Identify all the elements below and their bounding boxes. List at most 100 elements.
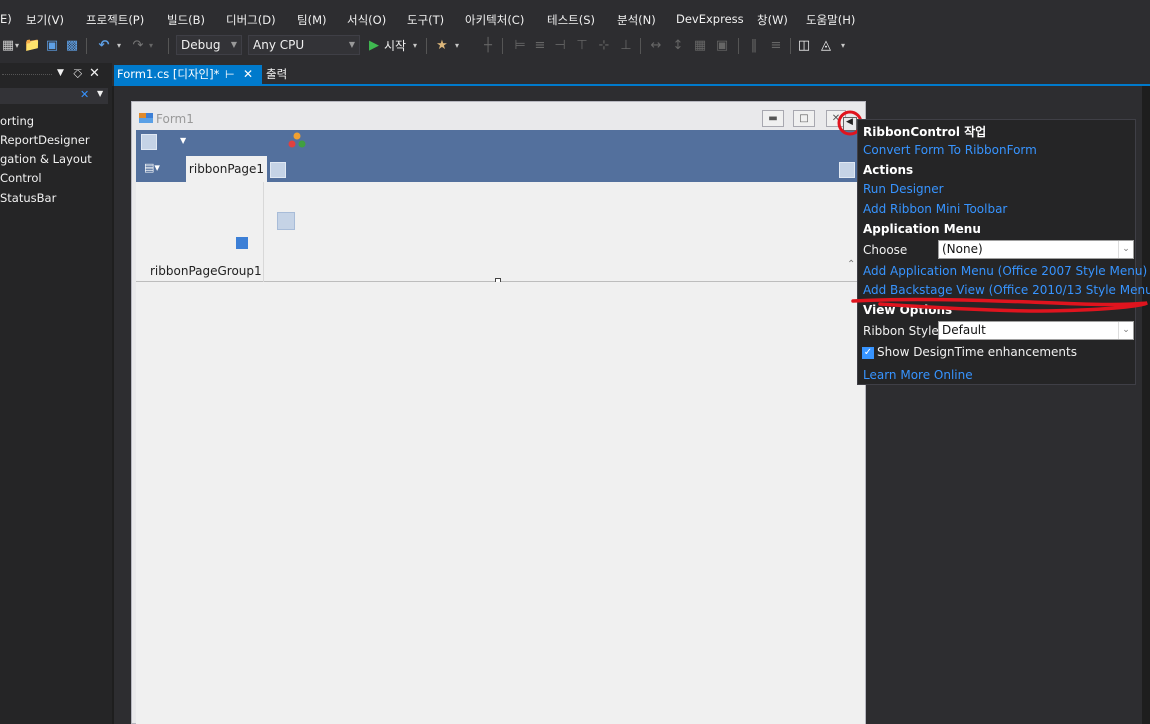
ribboncontrol-tasks-panel: RibbonControl 작업 Convert Form To RibbonF… bbox=[857, 119, 1150, 385]
tab-ribbonpage1[interactable]: ribbonPage1 bbox=[186, 156, 267, 182]
menu-debug[interactable]: 디버그(D) bbox=[226, 12, 276, 28]
form-window[interactable]: Form1 ▬ □ ✕ ▼ ▤▾ ribbonPage1 ribbonPageG… bbox=[131, 101, 866, 724]
ribbon-skin-icon[interactable] bbox=[288, 132, 306, 150]
show-designtime-checkbox[interactable]: ✓ bbox=[862, 347, 874, 359]
overflow-icon[interactable]: ▾ bbox=[838, 37, 848, 55]
undo-dropdown-icon[interactable]: ▾ bbox=[114, 37, 124, 55]
toolbox-item[interactable]: ReportDesigner bbox=[0, 133, 90, 147]
vertical-spacing-icon: ≡ bbox=[770, 38, 782, 53]
browser-link-icon[interactable]: ★ bbox=[434, 37, 450, 55]
application-menu-header: Application Menu bbox=[863, 222, 981, 236]
horizontal-spacing-icon: ‖ bbox=[750, 38, 758, 53]
form-title: Form1 bbox=[156, 112, 194, 126]
add-mini-toolbar-link[interactable]: Add Ribbon Mini Toolbar bbox=[863, 202, 1007, 216]
tab-output[interactable]: 출력 bbox=[266, 65, 287, 84]
pin-icon[interactable]: ⎏ bbox=[73, 67, 82, 82]
align-middle-icon: ⊹ bbox=[598, 38, 610, 53]
application-button-icon[interactable] bbox=[141, 134, 157, 150]
actions-header: Actions bbox=[863, 163, 914, 177]
menu-analyze[interactable]: 분석(N) bbox=[617, 12, 656, 28]
toolbox-item[interactable]: orting bbox=[0, 114, 34, 128]
menu-view[interactable]: 보기(V) bbox=[26, 12, 64, 28]
minimize-icon: ▬ bbox=[762, 110, 784, 127]
solution-config-select[interactable]: Debug ▼ bbox=[176, 35, 242, 55]
qat-dropdown-icon[interactable]: ▼ bbox=[180, 136, 186, 145]
menu-build[interactable]: 빌드(B) bbox=[167, 12, 205, 28]
align-center-icon: ≡ bbox=[534, 38, 546, 53]
add-group-icon[interactable] bbox=[277, 212, 295, 230]
toolbar-separator bbox=[168, 38, 169, 54]
menu-devexpress[interactable]: DevExpress bbox=[676, 12, 744, 26]
ribbon-control[interactable]: ▼ ▤▾ ribbonPage1 bbox=[136, 130, 865, 182]
ribbon-page-body: ribbonPageGroup1 ⌃ bbox=[136, 182, 865, 282]
align-top-icon: ⊤ bbox=[576, 38, 588, 53]
page-category-icon[interactable]: ▤▾ bbox=[144, 161, 160, 174]
toolbox-search-input[interactable]: ✕ ▼ bbox=[0, 88, 108, 104]
bring-to-front-icon[interactable]: ◫ bbox=[796, 37, 812, 55]
redo-icon[interactable]: ↷ bbox=[130, 37, 146, 55]
chevron-down-icon: ▼ bbox=[348, 40, 355, 49]
close-icon[interactable]: ✕ bbox=[89, 66, 100, 81]
toolbar-separator bbox=[502, 38, 503, 54]
align-to-grid-icon: ┼ bbox=[484, 38, 492, 53]
same-height-icon: ↕ bbox=[672, 38, 684, 53]
undo-icon[interactable]: ↶ bbox=[96, 37, 112, 55]
menu-window[interactable]: 창(W) bbox=[757, 12, 788, 28]
menu-test[interactable]: 테스트(S) bbox=[547, 12, 595, 28]
toolbox-item[interactable]: gation & Layout bbox=[0, 152, 92, 166]
panel-dropdown-icon[interactable]: ▼ bbox=[57, 68, 64, 78]
redo-dropdown-icon[interactable]: ▾ bbox=[146, 37, 156, 55]
save-all-icon[interactable]: ▩ bbox=[64, 37, 80, 55]
menu-edit[interactable]: E) bbox=[0, 12, 12, 26]
start-dropdown-icon[interactable]: ▾ bbox=[410, 37, 420, 55]
toolbox-item[interactable]: StatusBar bbox=[0, 191, 56, 205]
menu-tools[interactable]: 도구(T) bbox=[407, 12, 444, 28]
menu-architecture[interactable]: 아키텍처(C) bbox=[465, 12, 524, 28]
ribbon-style-label: Ribbon Style bbox=[863, 324, 939, 338]
menu-help[interactable]: 도움말(H) bbox=[806, 12, 855, 28]
toolbox-item[interactable]: Control bbox=[0, 171, 42, 185]
overflow-icon[interactable]: ▾ bbox=[452, 37, 462, 55]
play-icon[interactable]: ▶ bbox=[366, 37, 382, 55]
toolbox-panel: ▼ ⎏ ✕ ✕ ▼ orting ReportDesigner gation &… bbox=[0, 63, 112, 724]
align-left-icon: ⊨ bbox=[514, 38, 526, 53]
ribbon-style-select[interactable]: Default ⌄ bbox=[938, 321, 1134, 340]
add-item-icon[interactable] bbox=[839, 162, 855, 178]
dropdown-arrow-icon[interactable]: ▾ bbox=[12, 37, 22, 55]
form-icon bbox=[139, 113, 153, 123]
platform-select[interactable]: Any CPU ▼ bbox=[248, 35, 360, 55]
chevron-down-icon: ▼ bbox=[230, 40, 237, 49]
add-application-menu-link[interactable]: Add Application Menu (Office 2007 Style … bbox=[863, 264, 1147, 278]
panel-title: RibbonControl 작업 bbox=[863, 125, 987, 139]
send-to-back-icon[interactable]: ◬ bbox=[818, 37, 834, 55]
same-width-icon: ↔ bbox=[650, 38, 662, 53]
pin-icon[interactable]: ⊢ bbox=[225, 65, 235, 84]
tab-form1-design[interactable]: Form1.cs [디자인]* ⊢ ✕ bbox=[114, 65, 262, 84]
application-menu-select[interactable]: (None) ⌄ bbox=[938, 240, 1134, 259]
search-options-icon[interactable]: ▼ bbox=[97, 89, 103, 98]
align-right-icon: ⊣ bbox=[554, 38, 566, 53]
toolbar: ▦ ▾ 📁 ▣ ▩ ↶ ▾ ↷ ▾ Debug ▼ Any CPU ▼ ▶ 시작 ▾… bbox=[0, 34, 1150, 58]
convert-to-ribbonform-link[interactable]: Convert Form To RibbonForm bbox=[863, 143, 1037, 157]
add-page-icon[interactable] bbox=[270, 162, 286, 178]
save-icon[interactable]: ▣ bbox=[44, 37, 60, 55]
run-designer-link[interactable]: Run Designer bbox=[863, 182, 944, 196]
clear-search-icon[interactable]: ✕ bbox=[80, 88, 89, 101]
menu-format[interactable]: 서식(O) bbox=[347, 12, 386, 28]
size-to-grid-icon: ▣ bbox=[715, 38, 729, 53]
toolbar-separator bbox=[738, 38, 739, 54]
add-item-icon[interactable] bbox=[236, 237, 248, 249]
menu-project[interactable]: 프로젝트(P) bbox=[86, 12, 144, 28]
chevron-down-icon: ⌄ bbox=[1118, 241, 1133, 258]
toolbar-separator bbox=[790, 38, 791, 54]
collapse-ribbon-icon[interactable]: ⌃ bbox=[847, 259, 855, 270]
toolbar-separator bbox=[426, 38, 427, 54]
align-bottom-icon: ⊥ bbox=[620, 38, 632, 53]
start-button[interactable]: 시작 bbox=[384, 37, 406, 55]
menu-team[interactable]: 팀(M) bbox=[297, 12, 326, 28]
choose-label: Choose bbox=[863, 243, 908, 257]
close-icon[interactable]: ✕ bbox=[243, 65, 253, 84]
learn-more-link[interactable]: Learn More Online bbox=[863, 368, 973, 382]
red-underline-annotation bbox=[851, 297, 1148, 313]
open-folder-icon[interactable]: 📁 bbox=[24, 37, 40, 55]
